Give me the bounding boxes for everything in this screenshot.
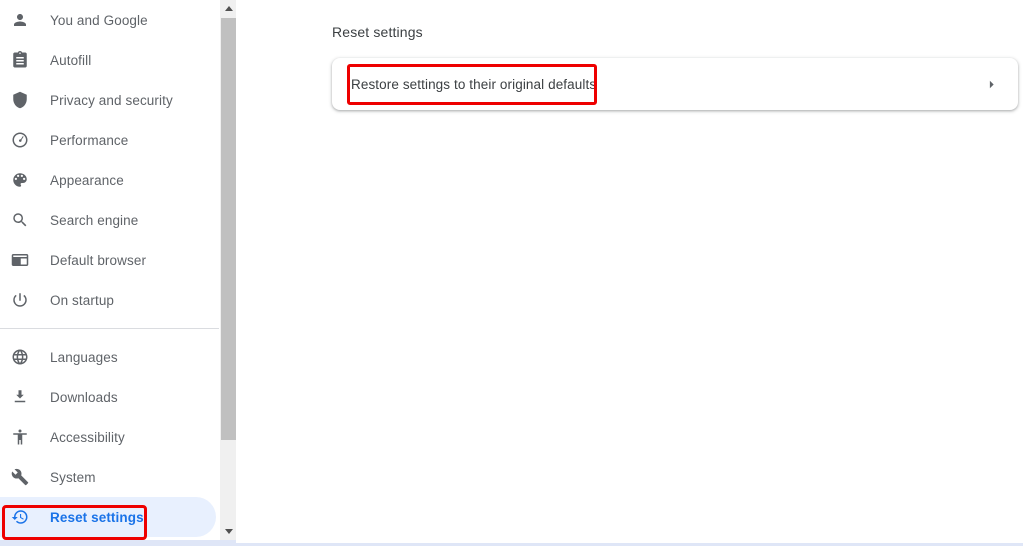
sidebar-item-label: Privacy and security bbox=[50, 93, 173, 108]
scroll-down-arrow[interactable] bbox=[220, 523, 237, 540]
sidebar-item-autofill[interactable]: Autofill bbox=[0, 40, 219, 80]
chevron-right-icon bbox=[984, 77, 998, 91]
speedometer-icon bbox=[10, 130, 30, 150]
sidebar-item-privacy-and-security[interactable]: Privacy and security bbox=[0, 80, 219, 120]
sidebar-group-advanced: Languages Downloads Accessibility System bbox=[0, 337, 219, 537]
sidebar-item-label: Reset settings bbox=[50, 510, 144, 525]
scroll-up-arrow[interactable] bbox=[220, 0, 237, 17]
wrench-icon bbox=[10, 467, 30, 487]
sidebar-item-label: Languages bbox=[50, 350, 118, 365]
sidebar-item-label: You and Google bbox=[50, 13, 148, 28]
sidebar-item-appearance[interactable]: Appearance bbox=[0, 160, 219, 200]
search-icon bbox=[10, 210, 30, 230]
restore-defaults-row[interactable]: Restore settings to their original defau… bbox=[332, 58, 1018, 110]
palette-icon bbox=[10, 170, 30, 190]
browser-window-icon bbox=[10, 250, 30, 270]
restore-defaults-label: Restore settings to their original defau… bbox=[351, 77, 596, 92]
settings-main-content: Reset settings Restore settings to their… bbox=[236, 0, 1023, 540]
sidebar-item-search-engine[interactable]: Search engine bbox=[0, 200, 219, 240]
sidebar-item-default-browser[interactable]: Default browser bbox=[0, 240, 219, 280]
download-icon bbox=[10, 387, 30, 407]
sidebar-item-accessibility[interactable]: Accessibility bbox=[0, 417, 219, 457]
sidebar-item-system[interactable]: System bbox=[0, 457, 219, 497]
settings-sidebar: You and Google Autofill Privacy and secu… bbox=[0, 0, 219, 540]
sidebar-item-downloads[interactable]: Downloads bbox=[0, 377, 219, 417]
power-icon bbox=[10, 290, 30, 310]
sidebar-item-label: Default browser bbox=[50, 253, 146, 268]
person-icon bbox=[10, 10, 30, 30]
page-title: Reset settings bbox=[332, 24, 423, 40]
window-bottom-edge bbox=[0, 540, 1023, 546]
shield-icon bbox=[10, 90, 30, 110]
sidebar-group-primary: You and Google Autofill Privacy and secu… bbox=[0, 0, 219, 320]
sidebar-scrollbar[interactable] bbox=[219, 0, 236, 540]
sidebar-item-you-and-google[interactable]: You and Google bbox=[0, 0, 219, 40]
sidebar-item-label: Accessibility bbox=[50, 430, 125, 445]
scrollbar-thumb[interactable] bbox=[221, 18, 236, 440]
bottom-edge-white-segment bbox=[236, 540, 1023, 543]
clipboard-icon bbox=[10, 50, 30, 70]
sidebar-item-label: Search engine bbox=[50, 213, 138, 228]
sidebar-item-reset-settings[interactable]: Reset settings bbox=[0, 497, 216, 537]
sidebar-item-performance[interactable]: Performance bbox=[0, 120, 219, 160]
sidebar-item-label: Autofill bbox=[50, 53, 91, 68]
sidebar-item-label: System bbox=[50, 470, 96, 485]
history-restore-icon bbox=[10, 507, 30, 527]
sidebar-item-label: Downloads bbox=[50, 390, 118, 405]
sidebar-item-label: On startup bbox=[50, 293, 114, 308]
sidebar-item-on-startup[interactable]: On startup bbox=[0, 280, 219, 320]
globe-icon bbox=[10, 347, 30, 367]
sidebar-item-label: Performance bbox=[50, 133, 128, 148]
sidebar-item-label: Appearance bbox=[50, 173, 124, 188]
chrome-settings-window: You and Google Autofill Privacy and secu… bbox=[0, 0, 1023, 546]
sidebar-separator bbox=[0, 328, 219, 329]
accessibility-icon bbox=[10, 427, 30, 447]
sidebar-item-languages[interactable]: Languages bbox=[0, 337, 219, 377]
